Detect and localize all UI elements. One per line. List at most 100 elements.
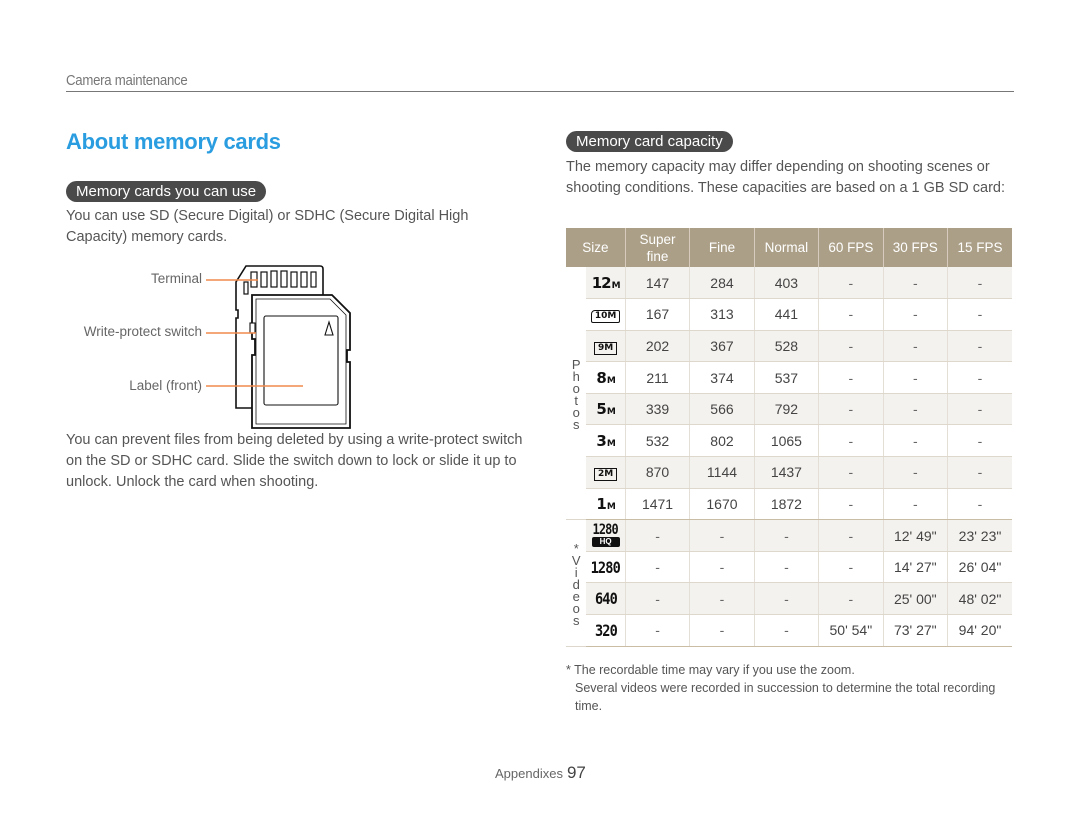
table-row: 10M 167 313 441 - - - [566, 298, 1012, 331]
cell: - [818, 424, 884, 458]
cell: - [818, 519, 884, 552]
size-icon-8m: 8M [586, 361, 626, 394]
cell: 1670 [689, 488, 755, 521]
cell: 374 [689, 361, 755, 394]
cell: 1065 [753, 424, 819, 458]
cell: - [947, 330, 1012, 363]
cell: - [818, 393, 884, 426]
cell: - [818, 330, 884, 363]
cell: 284 [689, 267, 755, 300]
size-icon-12m: 12M [586, 267, 626, 300]
cell: - [882, 298, 948, 331]
cell: - [947, 361, 1012, 394]
cell: 94' 20" [947, 614, 1012, 647]
cell: 528 [753, 330, 819, 363]
write-protect-paragraph: You can prevent files from being deleted… [66, 432, 523, 490]
col-header-60fps: 60 FPS [818, 228, 884, 267]
cell: - [689, 614, 755, 647]
cell: 537 [753, 361, 819, 394]
cell: - [753, 582, 819, 616]
size-icon-9m-panorama: 9M [586, 330, 626, 363]
cell: 23' 23" [947, 519, 1012, 552]
footnote: * The recordable time may vary if you us… [566, 661, 1006, 715]
cell: - [818, 298, 884, 331]
cell: - [818, 551, 884, 584]
sd-card-diagram: Terminal Write-protect switch Label (fro… [66, 260, 366, 435]
col-header-size: Size [566, 228, 626, 267]
cell: - [818, 361, 884, 394]
cell: 147 [624, 267, 690, 300]
col-header-30fps: 30 FPS [882, 228, 948, 267]
table-row: 1280 - - - - 14' 27" 26' 04" [566, 551, 1012, 584]
cell: 12' 49" [882, 519, 948, 552]
cell: - [689, 582, 755, 616]
cell: - [947, 298, 1012, 331]
footnote-line-1: * The recordable time may vary if you us… [566, 663, 855, 677]
col-header-fine: Fine [689, 228, 755, 267]
cell: - [624, 582, 690, 616]
cell: 802 [689, 424, 755, 458]
cell: - [882, 456, 948, 489]
cell: 1437 [753, 456, 819, 489]
cell: - [882, 330, 948, 363]
size-icon-3m: 3M [586, 424, 626, 458]
cell: - [882, 393, 948, 426]
page-title: About memory cards [66, 129, 281, 154]
group-label-photos-text: P h o t o s [571, 357, 581, 433]
cell: - [947, 424, 1012, 458]
group-label-photos: P h o t o s [566, 267, 587, 521]
size-icon-5m: 5M [586, 393, 626, 426]
table-row: 3M 532 802 1065 - - - [566, 424, 1012, 458]
cell: - [947, 488, 1012, 521]
table-row: 320 - - - 50' 54" 73' 27" 94' 20" [566, 614, 1012, 647]
page-number: 97 [566, 763, 586, 782]
table-row: 2M 870 1144 1437 - - - [566, 456, 1012, 489]
cell: 1471 [624, 488, 690, 521]
cell: 211 [624, 361, 690, 394]
write-protect-switch [249, 322, 256, 334]
table-row: 1M 1471 1670 1872 - - - [566, 488, 1012, 521]
col-header-super-fine-label: Super fine [639, 231, 676, 264]
cell: - [882, 267, 948, 300]
col-header-super-fine: Super fine [624, 228, 690, 267]
size-icon-640: 640 [586, 582, 626, 616]
cell: - [818, 456, 884, 489]
cell: 167 [624, 298, 690, 331]
footer-section: Appendixes [495, 766, 563, 781]
table-row: * V i d e o s 1280 HQ - - - - 12' 49" 23'… [566, 519, 1012, 647]
table-header-row: Size Super fine Fine Normal 60 FPS 30 FP… [566, 228, 1012, 267]
capacity-table: Size Super fine Fine Normal 60 FPS 30 FP… [566, 228, 1012, 647]
size-icon-10m-wide: 10M [586, 298, 626, 331]
cell: 367 [689, 330, 755, 363]
cell: 313 [689, 298, 755, 331]
cell: 48' 02" [947, 582, 1012, 616]
cell: 14' 27" [882, 551, 948, 584]
table-row: 640 - - - - 25' 00" 48' 02" [566, 582, 1012, 616]
cell: 403 [753, 267, 819, 300]
col-header-normal: Normal [753, 228, 819, 267]
table-row: 8M 211 374 537 - - - [566, 361, 1012, 394]
table-row: P h o t o s 12M 147 284 403 - - - [566, 267, 1012, 521]
cell: - [753, 614, 819, 647]
cell: - [882, 424, 948, 458]
cell: 73' 27" [882, 614, 948, 647]
cell: - [882, 488, 948, 521]
size-icon-1280-hq: 1280 HQ [586, 519, 626, 552]
cell: - [753, 519, 819, 552]
cell: - [882, 361, 948, 394]
cell: 1872 [753, 488, 819, 521]
cell: - [947, 393, 1012, 426]
size-icon-320: 320 [586, 614, 626, 647]
cell: 566 [689, 393, 755, 426]
cell: - [624, 551, 690, 584]
cell: 339 [624, 393, 690, 426]
sd-card-illustration [206, 265, 351, 429]
cell: - [818, 267, 884, 300]
group-label-videos: * V i d e o s [566, 519, 587, 647]
cell: - [624, 614, 690, 647]
group-label-videos-text: * V i d e o s [571, 540, 581, 628]
cell: - [689, 519, 755, 552]
page-footer: Appendixes 97 [495, 763, 586, 783]
cell: 532 [624, 424, 690, 458]
cell: - [624, 519, 690, 552]
